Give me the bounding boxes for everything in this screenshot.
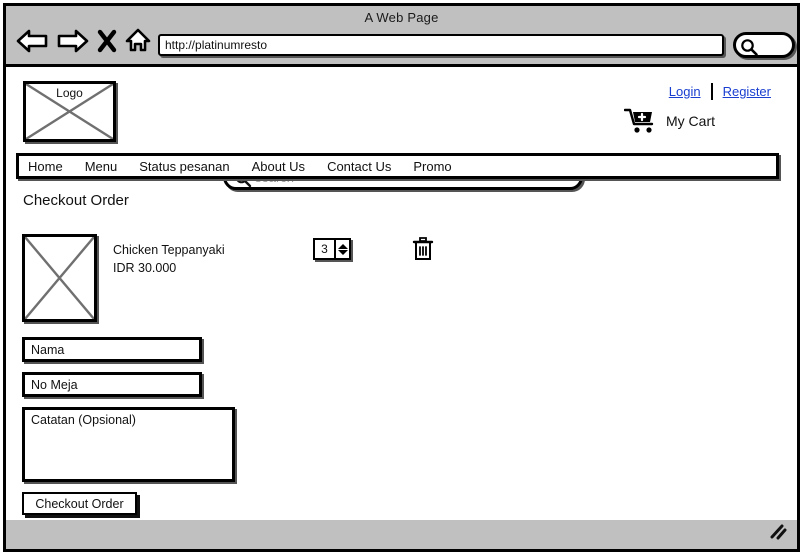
page-title: Checkout Order	[23, 192, 129, 209]
site-header: Logo Login Register My Cart	[6, 67, 797, 151]
shopping-cart-add-icon	[624, 108, 654, 133]
back-arrow-icon[interactable]	[15, 28, 49, 59]
trash-icon	[412, 237, 434, 260]
url-text: http://platinumresto	[165, 38, 268, 52]
url-bar[interactable]: http://platinumresto	[158, 34, 724, 56]
nav-item-home[interactable]: Home	[28, 159, 63, 174]
browser-search-button[interactable]	[733, 32, 795, 58]
logo[interactable]: Logo	[23, 81, 116, 142]
cart-item-price: IDR 30.000	[113, 261, 177, 275]
nav-item-promo[interactable]: Promo	[413, 159, 451, 174]
browser-titlebar: A Web Page http://platinumresto	[6, 6, 797, 64]
forward-arrow-icon[interactable]	[56, 28, 90, 59]
cart-label: My Cart	[666, 113, 715, 129]
nama-input[interactable]: Nama	[22, 337, 202, 362]
resize-grip-icon[interactable]	[769, 524, 787, 545]
stepper-down-icon[interactable]	[337, 249, 348, 255]
cart-item-details: Chicken Teppanyaki IDR 30.000	[113, 241, 225, 277]
catatan-textarea[interactable]: Catatan (Opsional)	[22, 407, 235, 482]
no-meja-input-text: No Meja	[31, 378, 78, 392]
auth-links: Login Register	[669, 83, 771, 100]
main-navigation: Home Menu Status pesanan About Us Contac…	[16, 153, 779, 179]
logo-label: Logo	[56, 86, 83, 100]
nama-input-text: Nama	[31, 343, 65, 357]
stepper-up-icon[interactable]	[337, 243, 348, 249]
web-page-content: Logo Login Register My Cart Home Menu St…	[6, 64, 797, 526]
stop-x-icon[interactable]	[97, 28, 117, 59]
window-title: A Web Page	[364, 10, 439, 25]
nav-item-about-us[interactable]: About Us	[252, 159, 305, 174]
browser-statusbar	[6, 520, 797, 549]
nav-item-contact-us[interactable]: Contact Us	[327, 159, 391, 174]
login-link[interactable]: Login	[669, 84, 701, 99]
home-icon[interactable]	[124, 27, 152, 59]
quantity-value: 3	[315, 240, 336, 258]
remove-item-button[interactable]	[412, 236, 434, 267]
cart-item-image-placeholder	[22, 234, 97, 322]
catatan-textarea-text: Catatan (Opsional)	[31, 413, 136, 427]
placeholder-cross-icon	[24, 236, 95, 320]
nav-item-status-pesanan[interactable]: Status pesanan	[139, 159, 229, 174]
auth-divider	[710, 83, 713, 100]
no-meja-input[interactable]: No Meja	[22, 372, 202, 397]
search-icon	[741, 39, 758, 56]
quantity-arrows[interactable]	[336, 240, 349, 258]
checkout-order-button[interactable]: Checkout Order	[22, 492, 137, 515]
browser-toolbar	[15, 27, 152, 59]
cart-item-row: Chicken Teppanyaki IDR 30.000 3	[6, 232, 797, 332]
nav-item-menu[interactable]: Menu	[85, 159, 118, 174]
browser-window: A Web Page http://platinumresto Logo Log…	[3, 3, 800, 552]
my-cart-button[interactable]: My Cart	[624, 107, 715, 135]
cart-item-name: Chicken Teppanyaki	[113, 243, 225, 257]
register-link[interactable]: Register	[723, 84, 771, 99]
wireframe-screenshot: A Web Page http://platinumresto Logo Log…	[0, 0, 805, 557]
quantity-stepper[interactable]: 3	[313, 238, 351, 260]
